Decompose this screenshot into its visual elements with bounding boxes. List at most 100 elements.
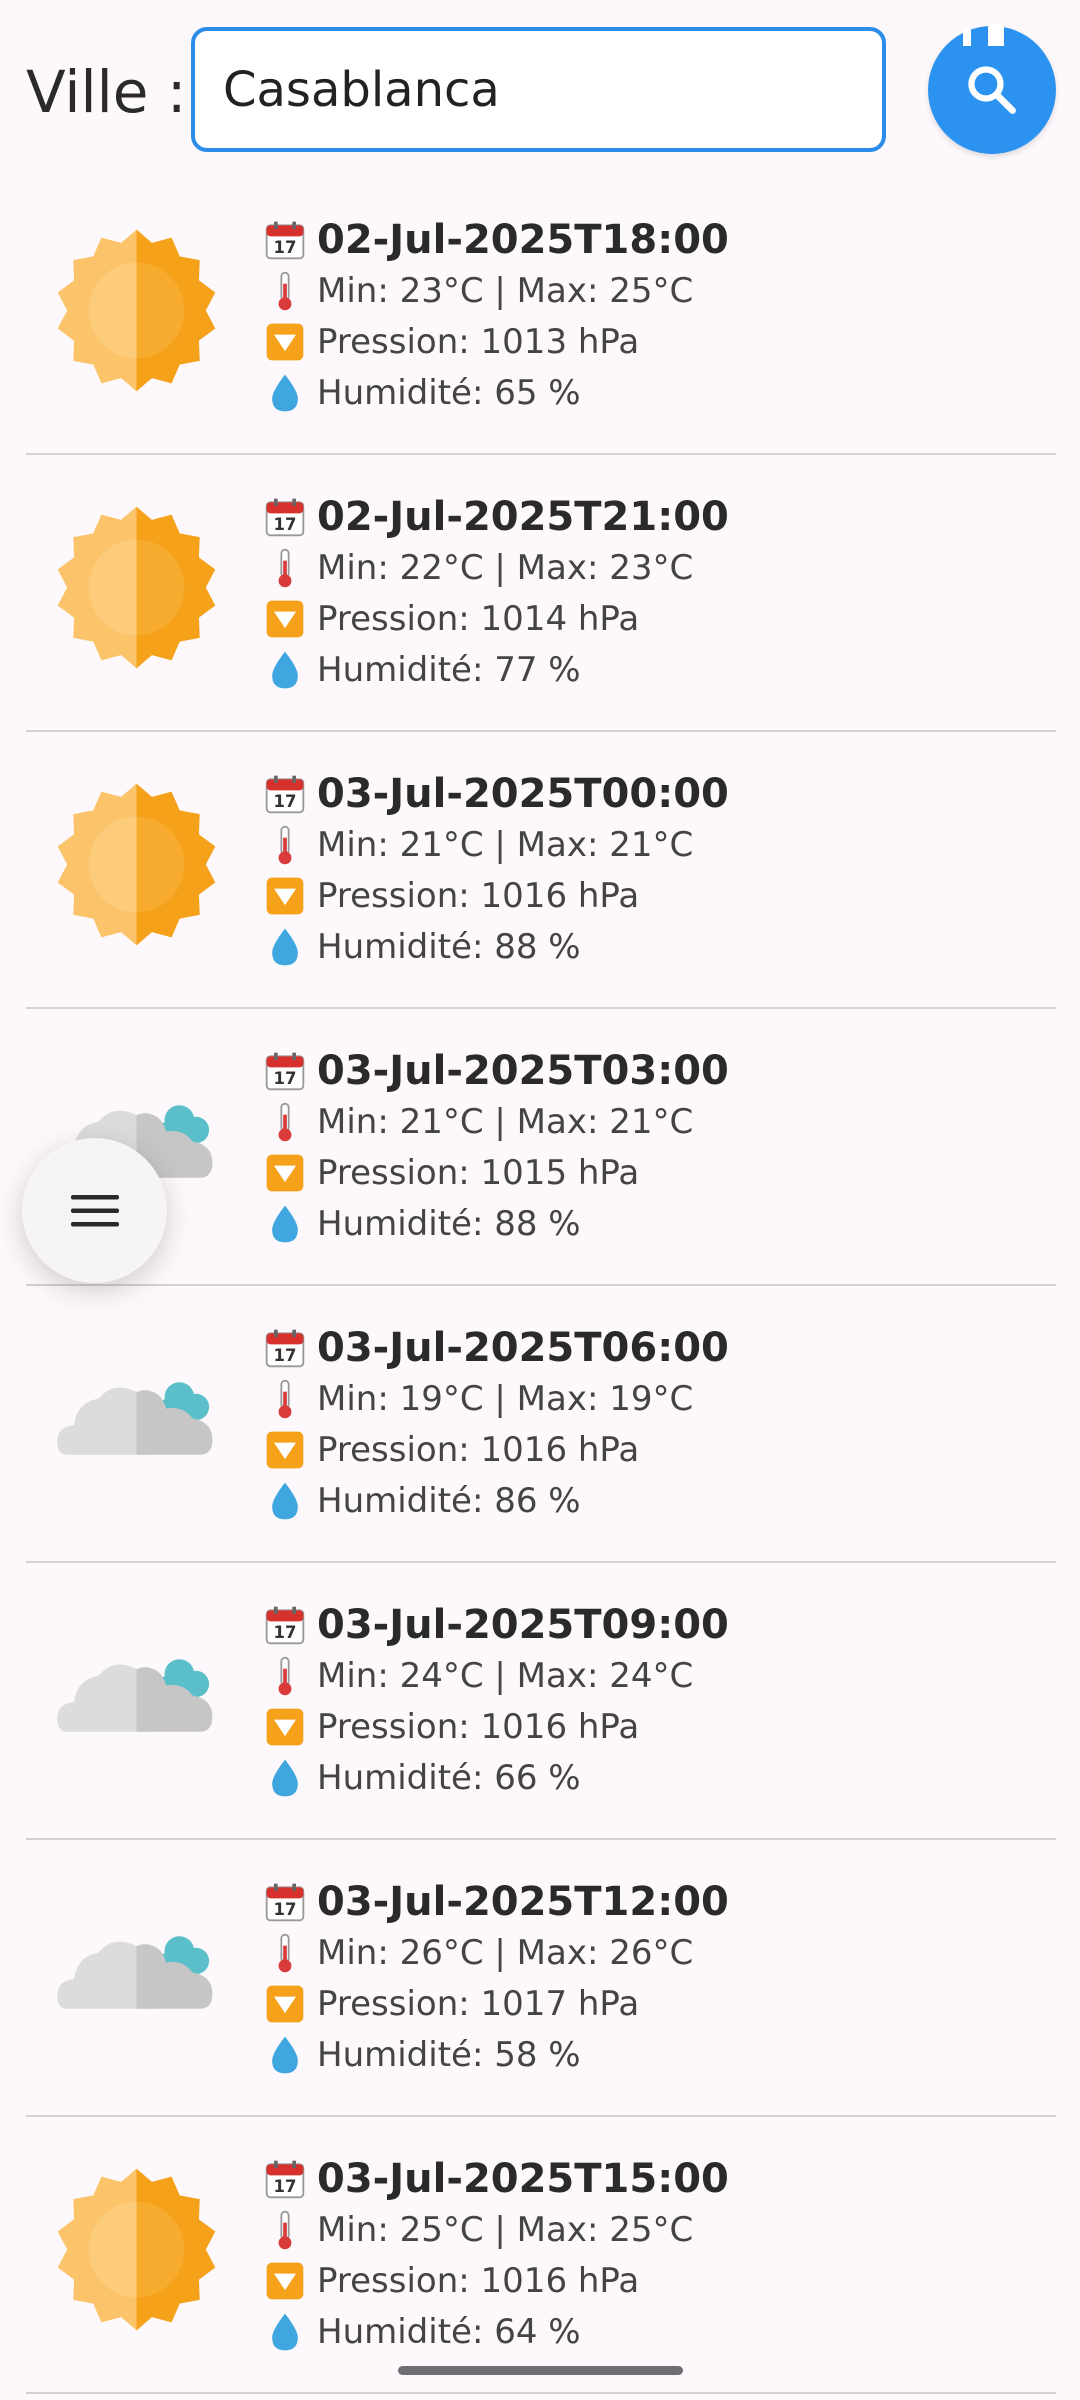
date-row: 17 03-Jul-2025T15:00 [261, 2153, 729, 2204]
forecast-details: 17 03-Jul-2025T09:00 Min: 24°C | Max: 24… [261, 1599, 729, 1803]
forecast-details: 17 03-Jul-2025T12:00 Min: 26°C | Max: 26… [261, 1876, 729, 2080]
date-row: 17 03-Jul-2025T06:00 [261, 1322, 729, 1373]
calendar-icon: 17 [261, 770, 309, 818]
temperature-row: Min: 24°C | Max: 24°C [261, 1650, 729, 1701]
down-arrow-button-icon [261, 318, 309, 366]
temperature-row: Min: 19°C | Max: 19°C [261, 1373, 729, 1424]
forecast-date: 03-Jul-2025T12:00 [317, 1878, 729, 1925]
thermometer-icon [261, 1098, 309, 1146]
calendar-icon: 17 [261, 1047, 309, 1095]
forecast-list-item[interactable]: 17 02-Jul-2025T21:00 Min: 22°C | Max: 23… [26, 455, 1056, 732]
forecast-humidity: Humidité: 58 % [317, 2034, 581, 2075]
forecast-date: 03-Jul-2025T06:00 [317, 1324, 729, 1371]
forecast-humidity: Humidité: 77 % [317, 649, 581, 690]
forecast-list-item[interactable]: 17 03-Jul-2025T06:00 Min: 19°C | Max: 19… [26, 1286, 1056, 1563]
humidity-row: Humidité: 86 % [261, 1475, 729, 1526]
date-row: 17 03-Jul-2025T00:00 [261, 768, 729, 819]
forecast-pressure: Pression: 1015 hPa [317, 1152, 640, 1193]
droplet-icon [261, 369, 309, 417]
forecast-pressure: Pression: 1016 hPa [317, 1429, 640, 1470]
forecast-temperature: Min: 26°C | Max: 26°C [317, 1932, 694, 1973]
calendar-icon: 17 [261, 1324, 309, 1372]
droplet-icon [261, 1754, 309, 1802]
date-row: 17 02-Jul-2025T21:00 [261, 491, 729, 542]
svg-text:17: 17 [274, 791, 297, 810]
forecast-date: 03-Jul-2025T00:00 [317, 770, 729, 817]
calendar-icon: 17 [261, 1601, 309, 1649]
forecast-list[interactable]: 17 02-Jul-2025T18:00 Min: 23°C | Max: 25… [26, 178, 1056, 2394]
forecast-details: 17 03-Jul-2025T06:00 Min: 19°C | Max: 19… [261, 1322, 729, 1526]
sun-icon [54, 228, 219, 393]
city-input[interactable] [191, 27, 886, 152]
menu-button[interactable] [22, 1138, 167, 1283]
forecast-pressure: Pression: 1016 hPa [317, 1706, 640, 1747]
calendar-icon: 17 [261, 493, 309, 541]
cloud-icon [54, 1890, 219, 2055]
decorative-tab [988, 24, 1004, 46]
temperature-row: Min: 23°C | Max: 25°C [261, 265, 729, 316]
forecast-temperature: Min: 21°C | Max: 21°C [317, 824, 694, 865]
humidity-row: Humidité: 88 % [261, 1198, 729, 1249]
cloud-icon [54, 1336, 219, 1501]
forecast-list-item[interactable]: 17 03-Jul-2025T00:00 Min: 21°C | Max: 21… [26, 732, 1056, 1009]
date-row: 17 02-Jul-2025T18:00 [261, 214, 729, 265]
pressure-row: Pression: 1014 hPa [261, 593, 729, 644]
calendar-icon: 17 [261, 216, 309, 264]
down-arrow-button-icon [261, 872, 309, 920]
forecast-date: 02-Jul-2025T21:00 [317, 493, 729, 540]
forecast-humidity: Humidité: 88 % [317, 926, 581, 967]
svg-text:17: 17 [274, 1068, 297, 1087]
thermometer-icon [261, 1929, 309, 1977]
droplet-icon [261, 646, 309, 694]
svg-text:17: 17 [274, 514, 297, 533]
forecast-humidity: Humidité: 65 % [317, 372, 581, 413]
forecast-list-item[interactable]: 17 03-Jul-2025T03:00 Min: 21°C | Max: 21… [26, 1009, 1056, 1286]
pressure-row: Pression: 1013 hPa [261, 316, 729, 367]
hamburger-menu-icon [70, 1194, 119, 1226]
thermometer-icon [261, 267, 309, 315]
forecast-date: 03-Jul-2025T09:00 [317, 1601, 729, 1648]
forecast-humidity: Humidité: 88 % [317, 1203, 581, 1244]
temperature-row: Min: 25°C | Max: 25°C [261, 2204, 729, 2255]
forecast-date: 02-Jul-2025T18:00 [317, 216, 729, 263]
pressure-row: Pression: 1016 hPa [261, 1424, 729, 1475]
temperature-row: Min: 22°C | Max: 23°C [261, 542, 729, 593]
humidity-row: Humidité: 77 % [261, 644, 729, 695]
forecast-humidity: Humidité: 64 % [317, 2311, 581, 2352]
forecast-humidity: Humidité: 86 % [317, 1480, 581, 1521]
date-row: 17 03-Jul-2025T03:00 [261, 1045, 729, 1096]
humidity-row: Humidité: 64 % [261, 2306, 729, 2357]
forecast-pressure: Pression: 1017 hPa [317, 1983, 640, 2024]
svg-text:17: 17 [274, 1622, 297, 1641]
search-icon [968, 66, 1016, 114]
forecast-temperature: Min: 24°C | Max: 24°C [317, 1655, 694, 1696]
pressure-row: Pression: 1016 hPa [261, 2255, 729, 2306]
svg-text:17: 17 [274, 1899, 297, 1918]
home-indicator[interactable] [398, 2366, 683, 2375]
down-arrow-button-icon [261, 1980, 309, 2028]
weather-app: Ville : 17 02-Jul-2025T18:00 [0, 0, 1080, 2400]
down-arrow-button-icon [261, 1703, 309, 1751]
city-label: Ville : [26, 58, 187, 126]
forecast-list-item[interactable]: 17 03-Jul-2025T09:00 Min: 24°C | Max: 24… [26, 1563, 1056, 1840]
decorative-tab [963, 28, 971, 46]
forecast-list-item[interactable]: 17 03-Jul-2025T12:00 Min: 26°C | Max: 26… [26, 1840, 1056, 2117]
forecast-date: 03-Jul-2025T03:00 [317, 1047, 729, 1094]
search-header: Ville : [0, 0, 1080, 170]
pressure-row: Pression: 1015 hPa [261, 1147, 729, 1198]
forecast-temperature: Min: 23°C | Max: 25°C [317, 270, 694, 311]
down-arrow-button-icon [261, 1149, 309, 1197]
droplet-icon [261, 2308, 309, 2356]
forecast-humidity: Humidité: 66 % [317, 1757, 581, 1798]
droplet-icon [261, 1477, 309, 1525]
droplet-icon [261, 2031, 309, 2079]
forecast-list-item[interactable]: 17 03-Jul-2025T15:00 Min: 25°C | Max: 25… [26, 2117, 1056, 2394]
temperature-row: Min: 21°C | Max: 21°C [261, 819, 729, 870]
humidity-row: Humidité: 88 % [261, 921, 729, 972]
forecast-list-item[interactable]: 17 02-Jul-2025T18:00 Min: 23°C | Max: 25… [26, 178, 1056, 455]
forecast-pressure: Pression: 1016 hPa [317, 2260, 640, 2301]
forecast-details: 17 03-Jul-2025T15:00 Min: 25°C | Max: 25… [261, 2153, 729, 2357]
forecast-details: 17 02-Jul-2025T18:00 Min: 23°C | Max: 25… [261, 214, 729, 418]
pressure-row: Pression: 1017 hPa [261, 1978, 729, 2029]
sun-icon [54, 782, 219, 947]
